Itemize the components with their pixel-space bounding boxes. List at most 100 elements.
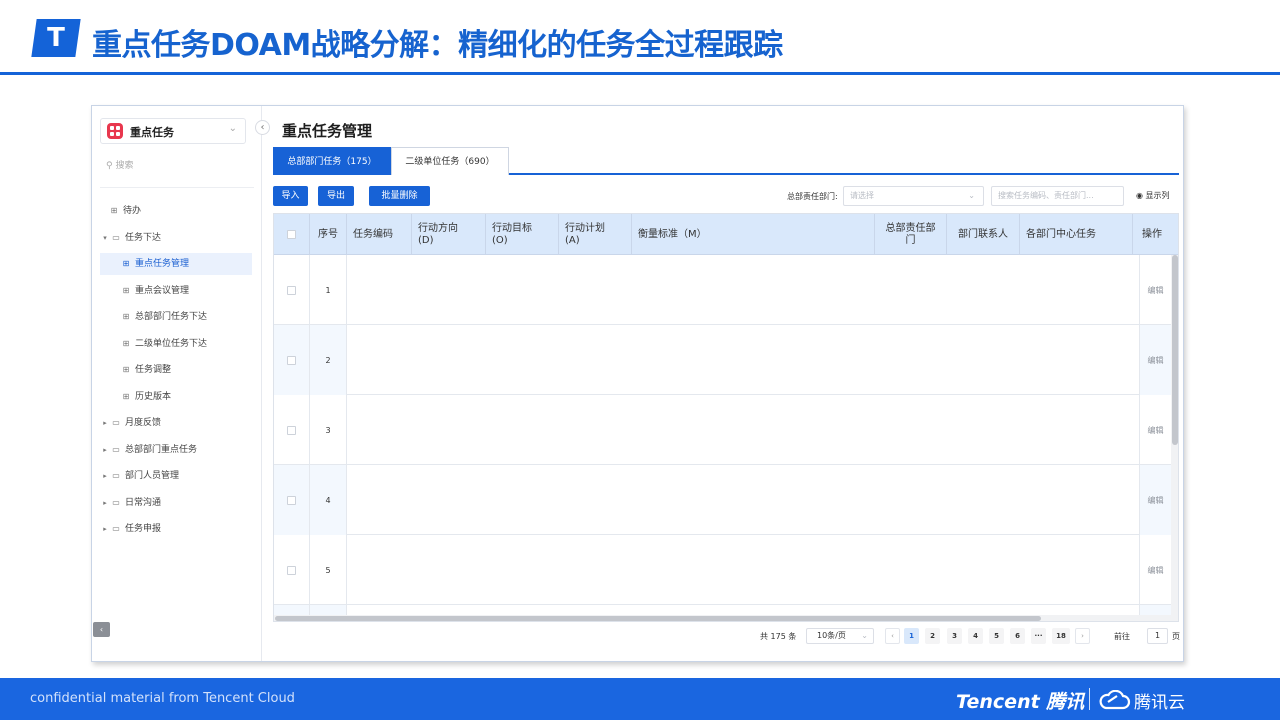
task-table: 序号 任务编码 行动方向 (D) 行动目标 (O) 行动计划 (A) 衡量标准（… (273, 213, 1179, 622)
main-content: 重点任务管理 总部部门任务（175） 二级单位任务（690） 导入 导出 批量删… (273, 106, 1183, 661)
sidebar-item-key-task-management[interactable]: ⊞ 重点任务管理 (100, 253, 252, 275)
row-checkbox[interactable] (287, 565, 296, 575)
export-button[interactable]: 导出 (318, 186, 354, 206)
search-icon: ⚲ (106, 161, 113, 171)
row-checkbox[interactable] (287, 285, 296, 295)
folder-icon: ▭ (112, 233, 120, 242)
page-6[interactable]: 6 (1010, 628, 1025, 644)
edit-link[interactable]: 编辑 (1139, 465, 1171, 535)
page-2[interactable]: 2 (925, 628, 940, 644)
chevron-right-icon: › (1081, 632, 1084, 640)
app-switcher[interactable]: 重点任务 ⌄ (100, 118, 246, 144)
sidebar-search-placeholder: 搜索 (115, 161, 134, 171)
page-5[interactable]: 5 (989, 628, 1004, 644)
sidebar-item-dept-staff-management[interactable]: ▸ ▭ 部门人员管理 (100, 465, 252, 487)
sidebar-search-input[interactable]: ⚲ 搜索 (106, 158, 133, 171)
import-button[interactable]: 导入 (273, 186, 308, 206)
show-columns-label: 显示列 (1145, 191, 1170, 200)
page-4[interactable]: 4 (968, 628, 983, 644)
page-18[interactable]: 18 (1052, 628, 1070, 644)
row-number: 3 (310, 395, 347, 465)
edit-link[interactable]: 编辑 (1139, 255, 1171, 325)
col-header-no: 序号 (310, 214, 347, 255)
folder-icon: ▭ (112, 445, 120, 454)
row-select-cell (274, 325, 310, 395)
row-number: 2 (310, 325, 347, 395)
sidebar-item-task-declaration[interactable]: ▸ ▭ 任务申报 (100, 518, 252, 540)
sidebar-item-key-meeting-management[interactable]: ⊞ 重点会议管理 (100, 280, 252, 302)
dept-filter-select[interactable]: 请选择 ⌄ (843, 186, 984, 206)
row-select-cell (274, 395, 310, 465)
grid-icon: ⊞ (122, 312, 130, 321)
sidebar-item-monthly-feedback[interactable]: ▸ ▭ 月度反馈 (100, 412, 252, 434)
confidential-note: confidential material from Tencent Cloud (30, 691, 295, 706)
next-page-button[interactable]: › (1075, 628, 1090, 644)
app-name: 重点任务 (130, 126, 174, 139)
sidebar-item-task-adjust[interactable]: ⊞ 任务调整 (100, 359, 252, 381)
page-ellipsis[interactable]: ··· (1031, 628, 1046, 644)
show-columns-button[interactable]: ◉ 显示列 (1136, 190, 1170, 201)
vertical-scrollbar[interactable] (1171, 255, 1178, 621)
grid-icon: ⊞ (122, 339, 130, 348)
page-size-value: 10条/页 (817, 631, 846, 640)
page-1[interactable]: 1 (904, 628, 919, 644)
goto-page-input[interactable]: 1 (1147, 628, 1168, 644)
col-header-measure: 衡量标准（M） (632, 214, 875, 255)
chevron-down-icon: ⌄ (861, 631, 868, 640)
sidebar-item-hq-dept-task-assign[interactable]: ⊞ 总部部门任务下达 (100, 306, 252, 328)
table-row: 5 编辑 (274, 535, 1178, 605)
chevron-left-icon: ‹ (260, 122, 265, 133)
tab-hq-dept-tasks[interactable]: 总部部门任务（175） (273, 147, 391, 175)
chevron-down-icon: ⌄ (228, 123, 237, 134)
sidebar-fold-button[interactable]: ‹ (93, 622, 110, 637)
table-row: 3 编辑 (274, 395, 1178, 465)
caret-right-icon: ▸ (103, 472, 107, 480)
tencent-cloud-text: 腾讯云 (1134, 693, 1185, 713)
edit-link[interactable]: 编辑 (1139, 535, 1171, 605)
select-all-checkbox[interactable] (287, 230, 296, 239)
horizontal-scrollbar[interactable] (274, 615, 1171, 621)
row-checkbox[interactable] (287, 355, 296, 365)
row-checkbox[interactable] (287, 425, 296, 435)
row-select-cell (274, 255, 310, 325)
sidebar: 重点任务 ⌄ ⚲ 搜索 ⊞ 待办 ▾ ▭ 任务下达 ⊞ 重点任务管理 ⊞ 重点会议管理 ⊞… (92, 106, 262, 661)
col-header-operation: 操作 (1142, 228, 1162, 240)
caret-right-icon: ▸ (103, 419, 107, 427)
tencent-cloud-icon (1099, 690, 1131, 710)
batch-delete-button[interactable]: 批量删除 (369, 186, 430, 206)
chevron-down-icon: ⌄ (968, 191, 975, 200)
page-3[interactable]: 3 (947, 628, 962, 644)
header-divider (0, 72, 1280, 75)
tab-secondary-unit-tasks[interactable]: 二级单位任务（690） (391, 147, 509, 175)
sidebar-item-daily-communication[interactable]: ▸ ▭ 日常沟通 (100, 492, 252, 514)
col-header-direction: 行动方向 (D) (412, 214, 486, 255)
table-row: 4 编辑 (274, 465, 1178, 535)
caret-down-icon: ▾ (103, 234, 107, 242)
caret-right-icon: ▸ (103, 499, 107, 507)
eye-icon: ◉ (1136, 191, 1143, 200)
dept-filter-label: 总部责任部门: (787, 192, 838, 201)
sidebar-item-todo[interactable]: ⊞ 待办 (100, 200, 252, 222)
folder-icon: ▭ (112, 524, 120, 533)
tab-bar: 总部部门任务（175） 二级单位任务（690） (273, 147, 1179, 175)
table-row: 2 编辑 (274, 325, 1178, 395)
col-header-dept-contact: 部门联系人 (947, 214, 1020, 255)
scroll-thumb[interactable] (1172, 255, 1178, 445)
edit-link[interactable]: 编辑 (1139, 395, 1171, 465)
row-checkbox[interactable] (287, 495, 296, 505)
folder-icon: ▭ (112, 471, 120, 480)
edit-link[interactable]: 编辑 (1139, 325, 1171, 395)
slide-title: 重点任务DOAM战略分解：精细化的任务全过程跟踪 (92, 28, 783, 63)
sidebar-item-secondary-unit-task-assign[interactable]: ⊞ 二级单位任务下达 (100, 333, 252, 355)
scroll-thumb[interactable] (275, 616, 1041, 621)
task-search-input[interactable]: 搜索任务编码、责任部门... (991, 186, 1124, 206)
grid-icon: ⊞ (110, 206, 118, 215)
collapse-sidebar-button[interactable]: ‹ (255, 120, 270, 135)
footer-bar: confidential material from Tencent Cloud… (0, 678, 1280, 720)
caret-right-icon: ▸ (103, 525, 107, 533)
prev-page-button[interactable]: ‹ (885, 628, 900, 644)
sidebar-item-hq-dept-key-tasks[interactable]: ▸ ▭ 总部部门重点任务 (100, 439, 252, 461)
sidebar-item-task-assign[interactable]: ▾ ▭ 任务下达 (100, 227, 252, 249)
sidebar-item-history-version[interactable]: ⊞ 历史版本 (100, 386, 252, 408)
page-size-select[interactable]: 10条/页 ⌄ (806, 628, 874, 644)
